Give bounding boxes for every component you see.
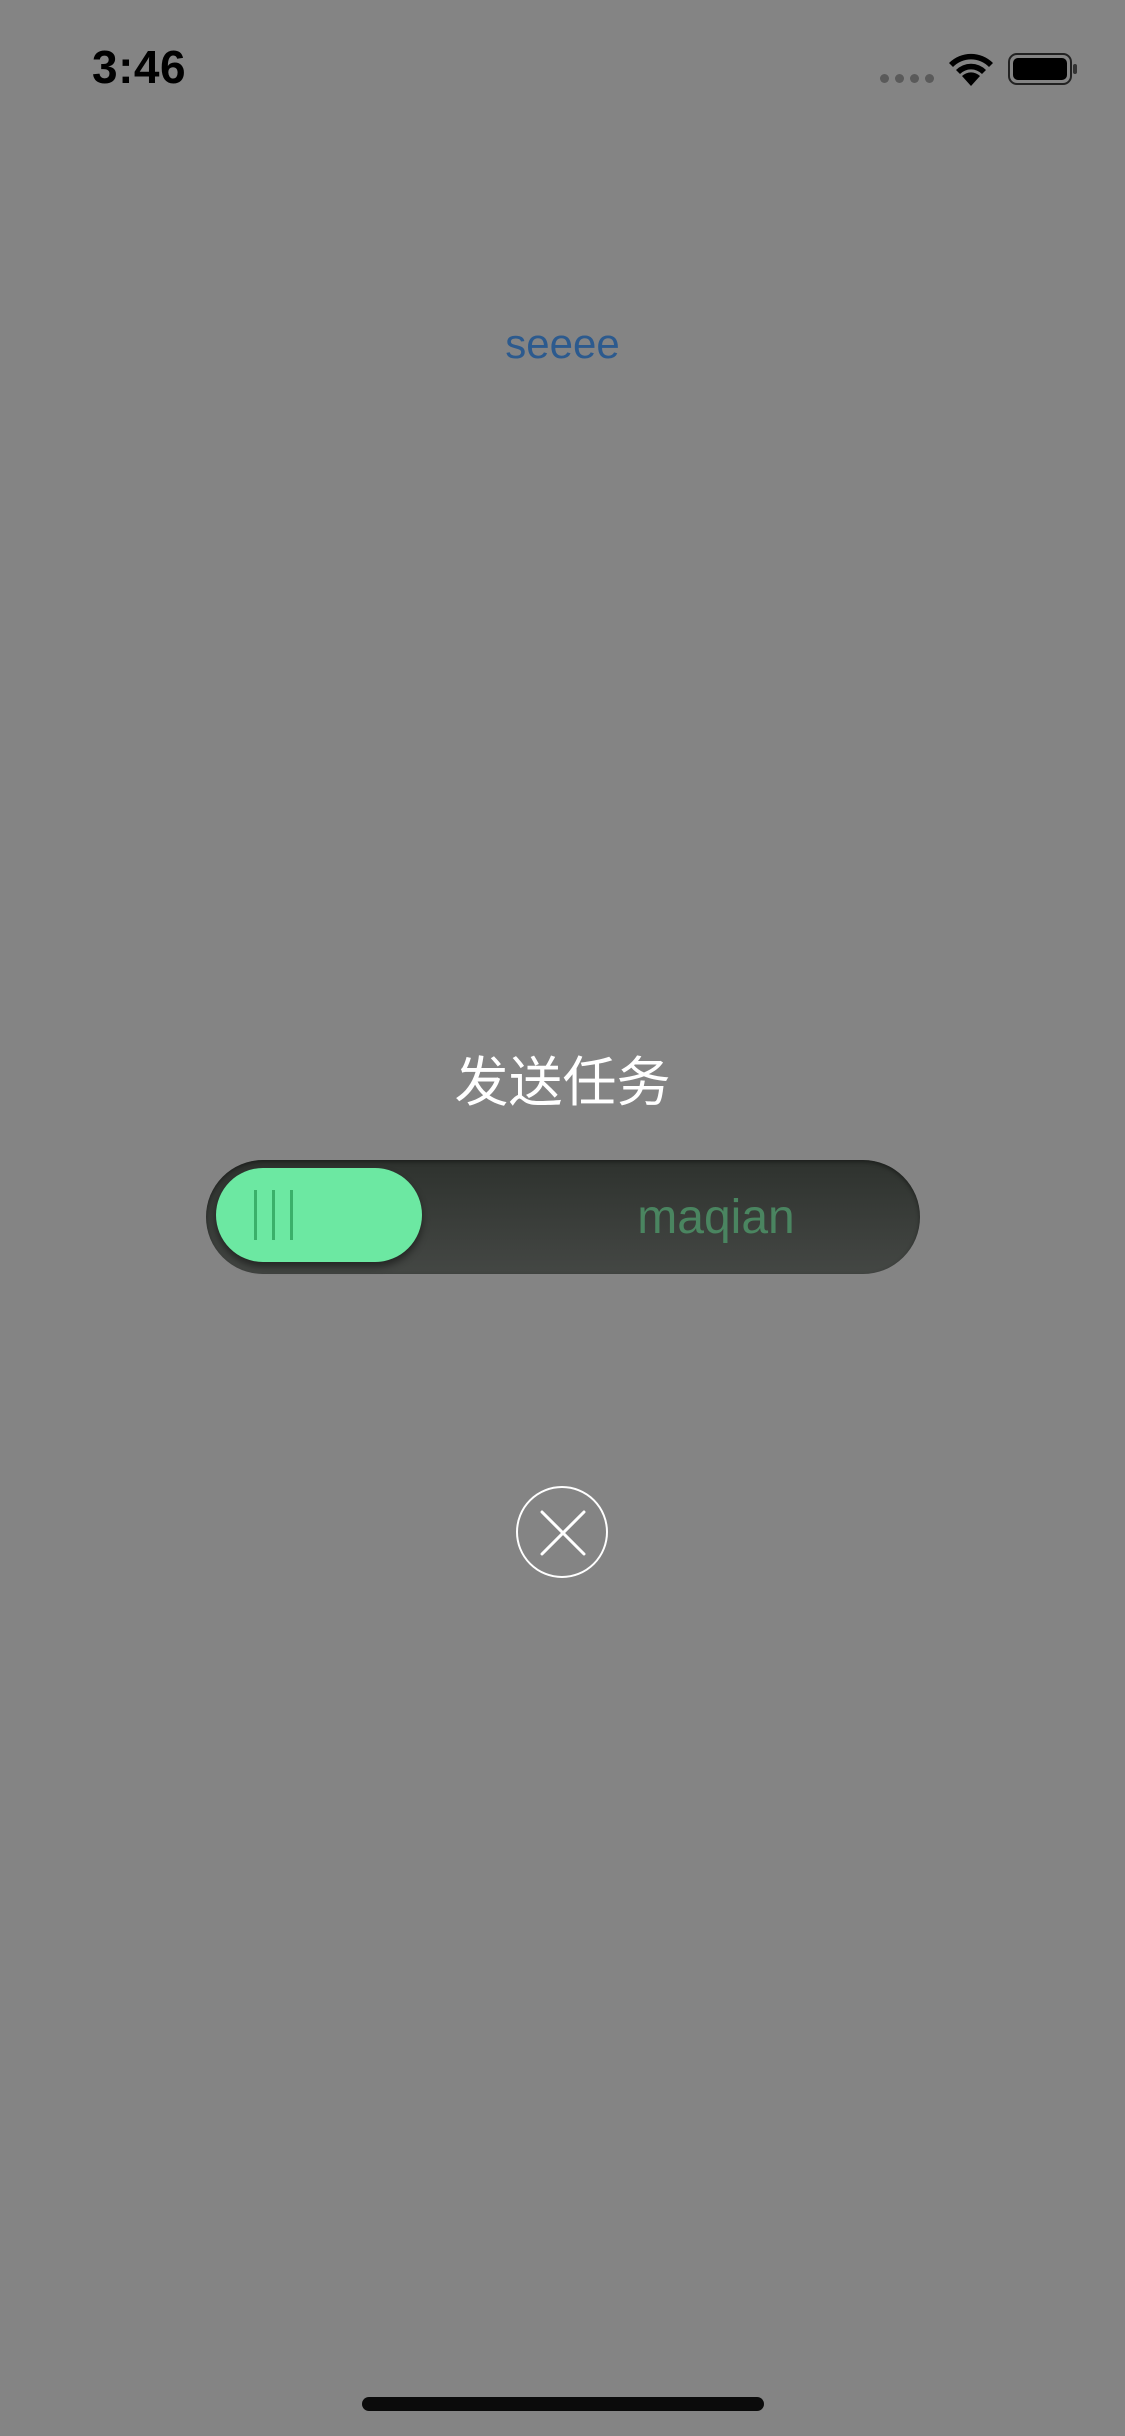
home-indicator <box>362 2397 764 2411</box>
close-button[interactable] <box>516 1486 608 1578</box>
slider-label: maqian <box>637 1191 795 1244</box>
battery-icon <box>1008 53 1077 85</box>
close-icon <box>540 1510 586 1556</box>
slide-to-send-slider[interactable]: maqian <box>206 1160 920 1274</box>
status-time: 3:46 <box>92 41 187 93</box>
status-bar: 3:46 <box>0 0 1125 140</box>
signal-dots-icon <box>880 74 934 83</box>
wifi-icon <box>949 53 993 86</box>
page-title: 发送任务 <box>454 1051 671 1114</box>
grip-lines-icon <box>254 1190 294 1240</box>
top-label: seeee <box>505 320 620 367</box>
slider-knob[interactable] <box>216 1168 422 1262</box>
